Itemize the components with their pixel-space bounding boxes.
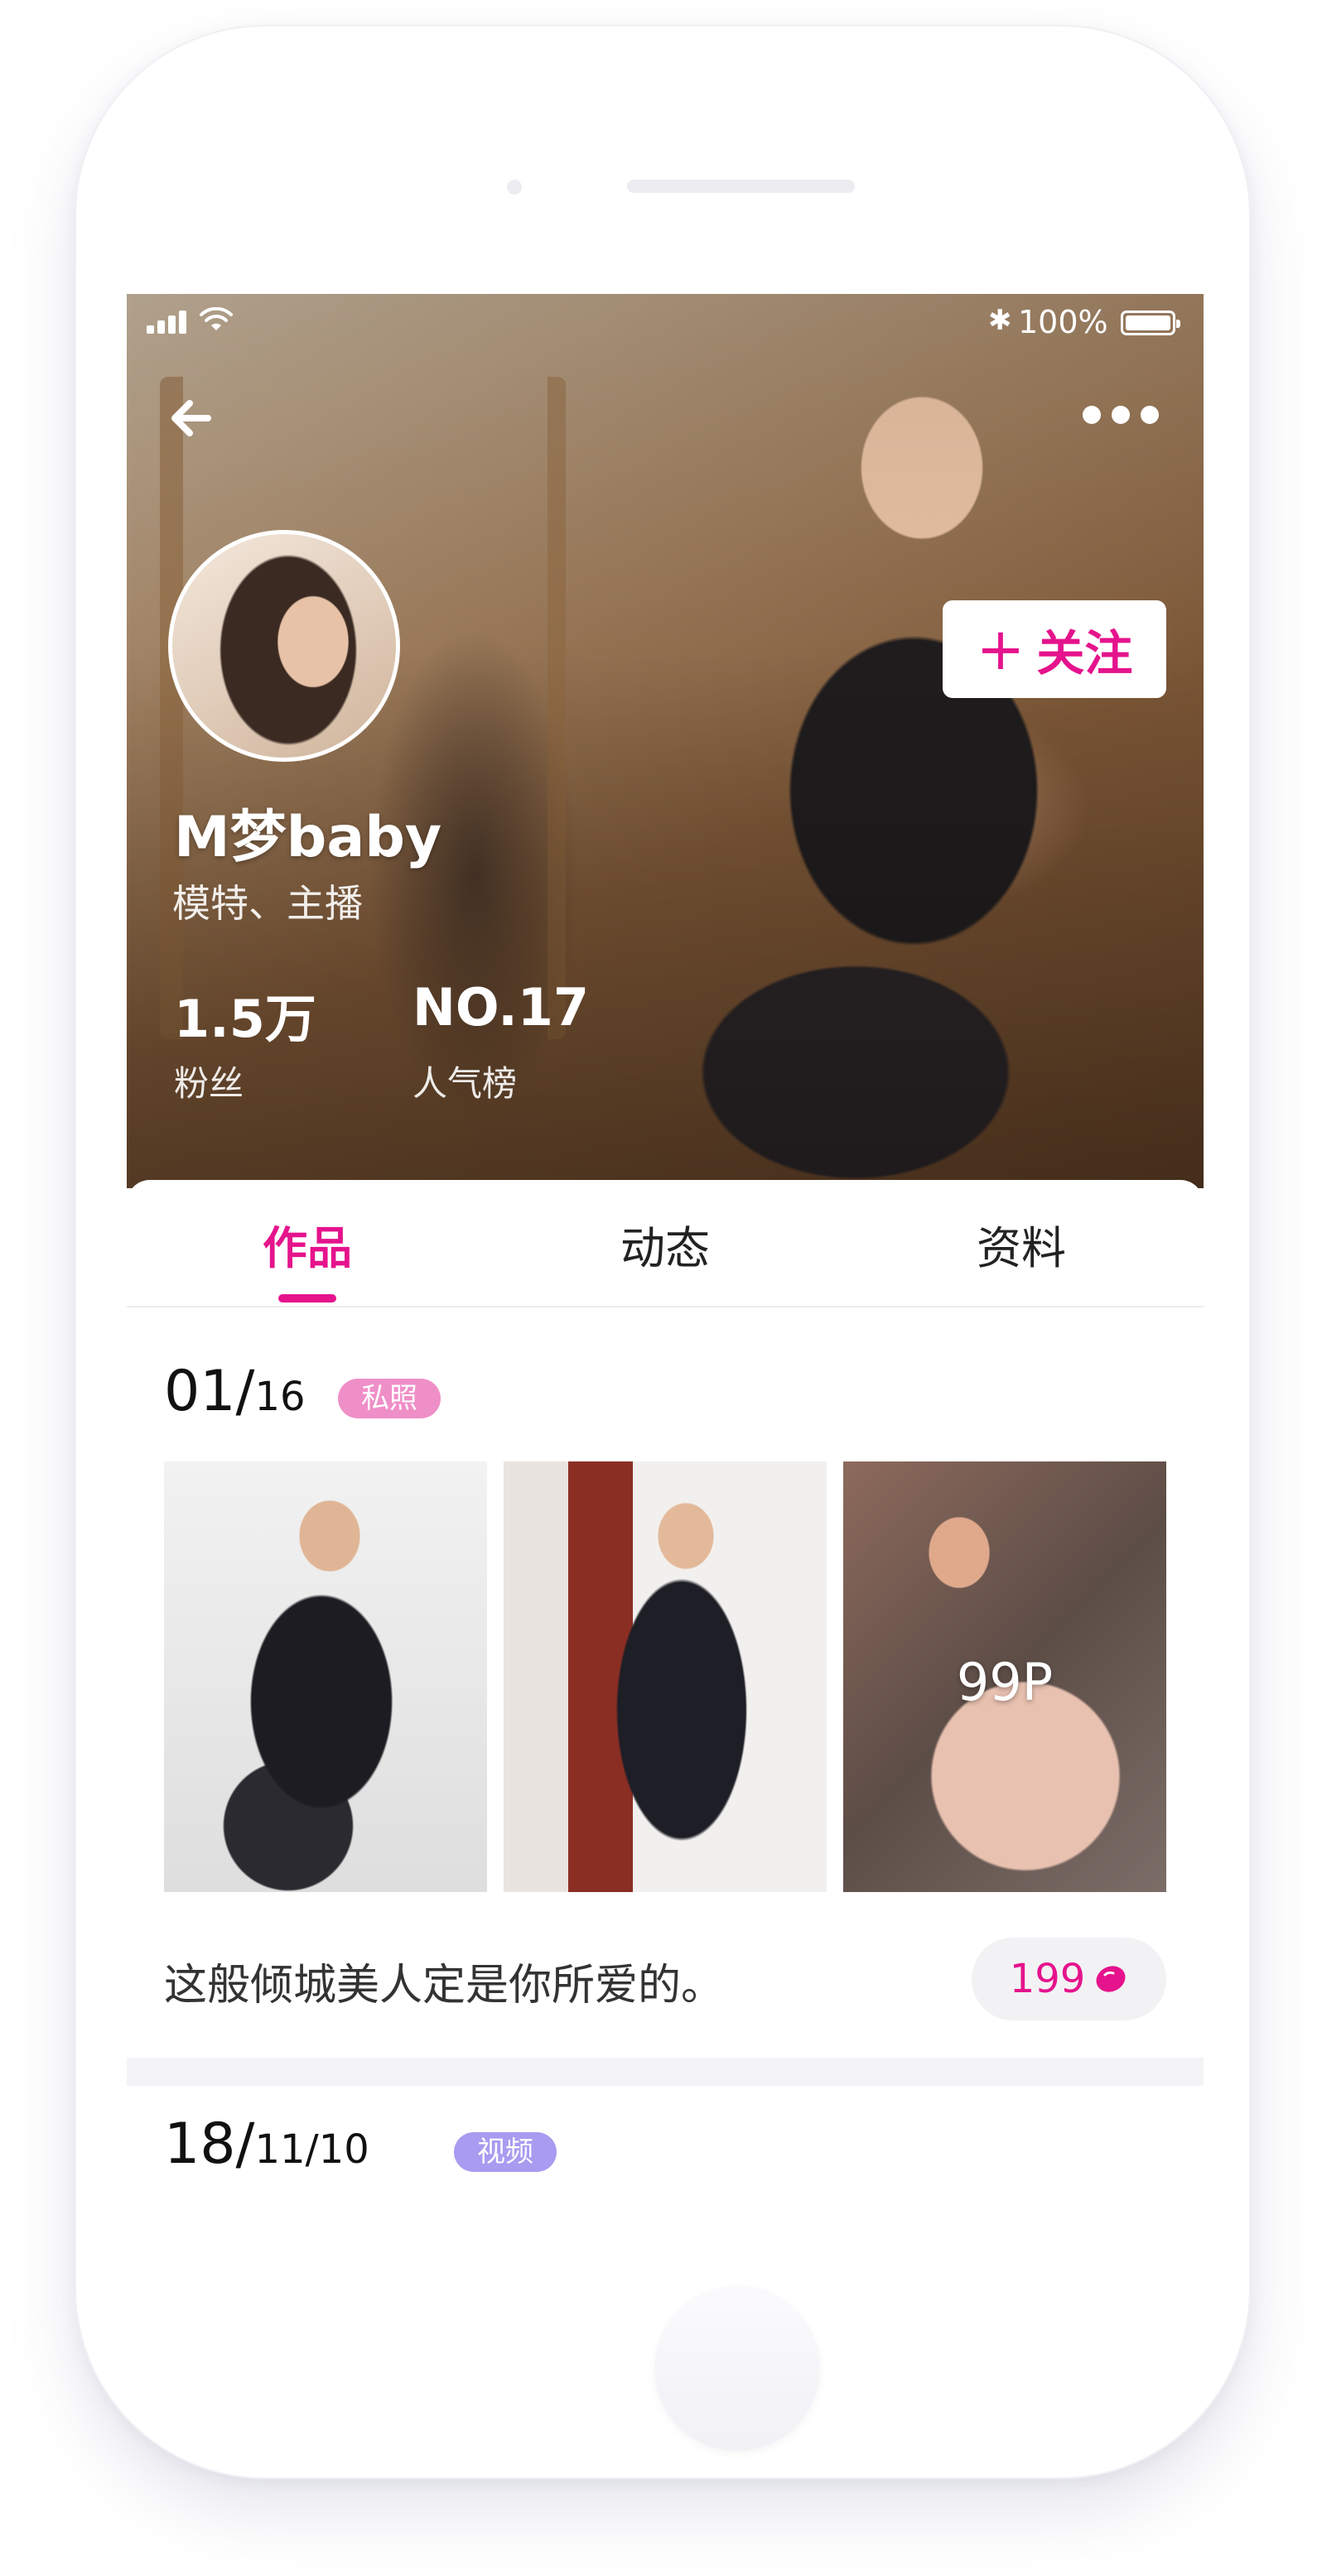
tab-works[interactable]: 作品 <box>200 1211 415 1277</box>
fans-label: 粉丝 <box>174 1063 244 1104</box>
home-button[interactable] <box>654 2285 820 2451</box>
post-photo-2[interactable] <box>504 1461 827 1892</box>
tab-bar: 作品 动态 资料 <box>127 1180 1204 1307</box>
bean-icon <box>1096 1966 1126 1992</box>
earpiece-speaker <box>627 180 855 193</box>
battery-icon <box>1121 311 1180 335</box>
post-photo-3[interactable]: 99P <box>843 1461 1166 1892</box>
post-photo-1[interactable] <box>164 1461 487 1892</box>
profile-name: M梦baby <box>174 805 442 870</box>
tab-profile-info[interactable]: 资料 <box>914 1211 1129 1277</box>
badge-private-photo: 私照 <box>338 1379 441 1418</box>
like-count: 199 <box>1009 1956 1086 2002</box>
post-caption: 这般倾城美人定是你所爱的。 <box>164 1961 725 2010</box>
tab-moments[interactable]: 动态 <box>557 1211 773 1277</box>
battery-percent: 100% <box>1018 304 1108 340</box>
status-bar: ✱ 100% <box>127 294 1204 352</box>
bluetooth-icon: ✱ <box>988 304 1012 337</box>
post-date-main: 18/ <box>164 2111 255 2177</box>
post-date: 01/16 <box>164 1359 306 1424</box>
post-date-sub: 11/10 <box>254 2126 369 2173</box>
rank-value: NO.17 <box>413 977 590 1038</box>
post-date: 18/11/10 <box>164 2111 369 2177</box>
post-divider <box>127 2058 1204 2086</box>
rank-label: 人气榜 <box>413 1063 518 1104</box>
profile-content: 作品 动态 资料 01/16 私照 99P 这般倾城美人定是你所爱的。 199 … <box>127 1180 1204 2207</box>
arrow-left-icon[interactable] <box>160 385 226 451</box>
wifi-icon <box>200 307 233 330</box>
app-screen: ✱ 100% + 关注 M梦baby 模特、主播 1.5万 粉丝 NO.17 人… <box>127 294 1204 2207</box>
follow-button[interactable]: + 关注 <box>943 600 1166 698</box>
fans-count: 1.5万 <box>174 989 316 1049</box>
follow-label: 关注 <box>1036 625 1133 681</box>
plus-icon: + <box>976 615 1025 683</box>
post-date-main: 01/ <box>164 1359 255 1424</box>
photo-count-label: 99P <box>956 1652 1054 1712</box>
camera-sensor <box>507 180 522 195</box>
more-dots-icon[interactable] <box>1079 402 1162 426</box>
avatar[interactable] <box>168 530 400 762</box>
signal-icon <box>147 311 198 334</box>
post-date-sub: 16 <box>254 1374 306 1420</box>
active-tab-indicator <box>278 1294 336 1302</box>
profile-subtitle: 模特、主播 <box>172 881 363 926</box>
like-button[interactable]: 199 <box>972 1938 1166 2020</box>
badge-video: 视频 <box>454 2132 557 2172</box>
content-bottom-edge <box>127 2198 1204 2207</box>
